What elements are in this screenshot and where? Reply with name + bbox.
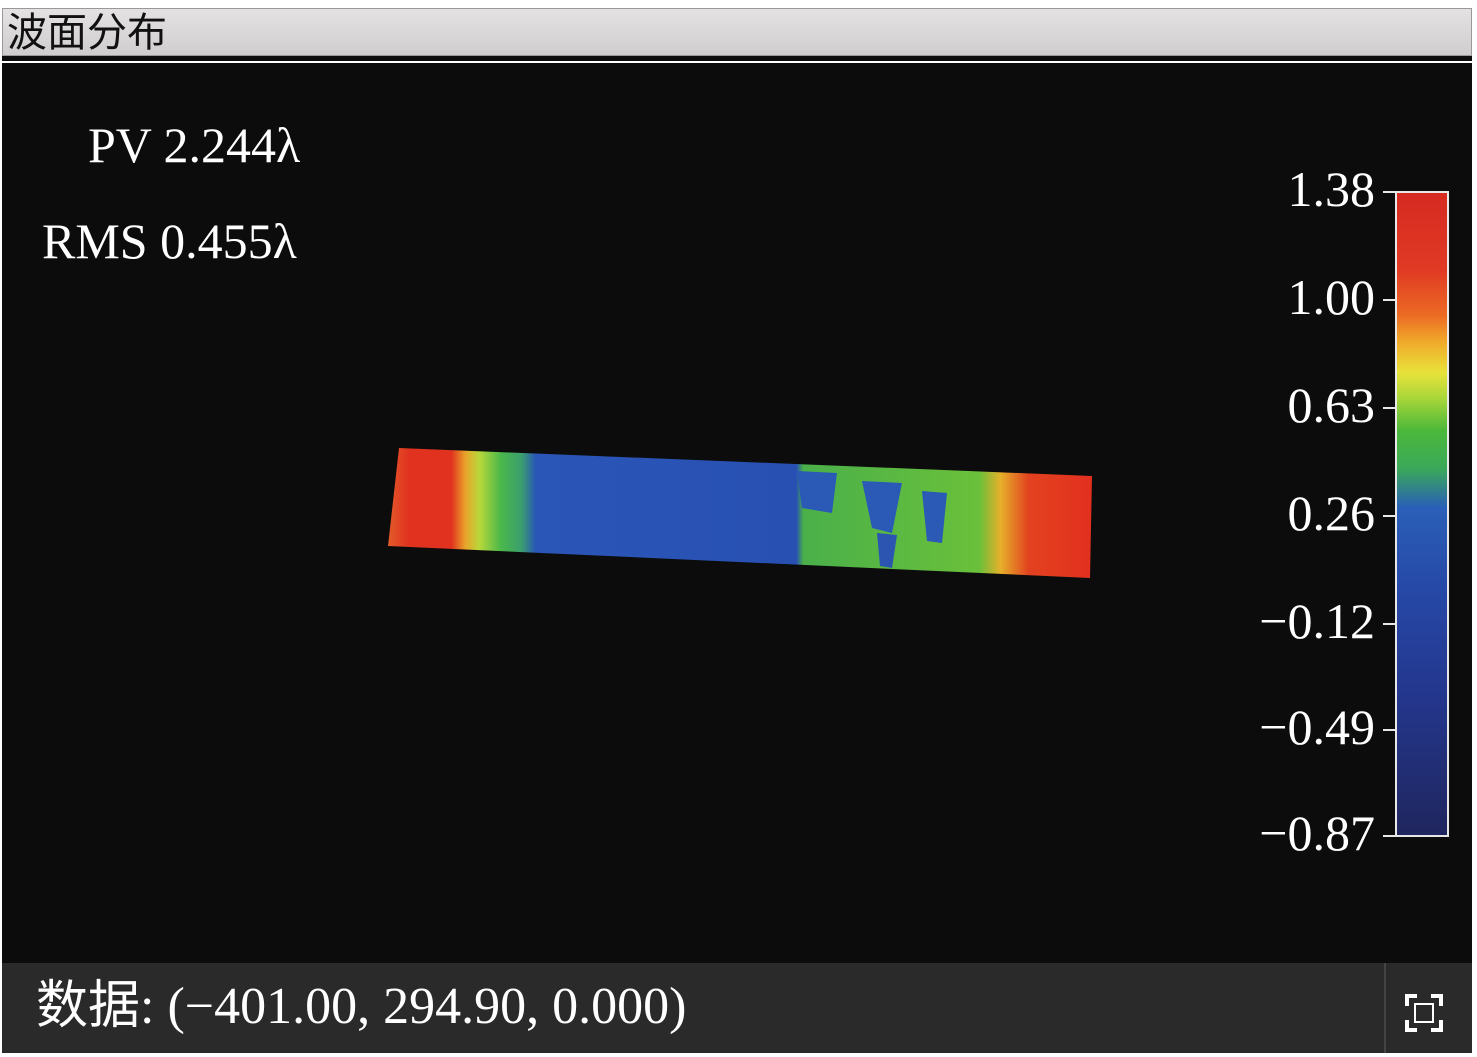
wavefront-surface [388, 448, 1092, 578]
status-bar: 数据: (−401.00, 294.90, 0.000) [2, 963, 1472, 1053]
colorbar-tick-mark [1383, 191, 1395, 193]
colorbar-tick-label: −0.49 [1259, 699, 1375, 755]
wavefront-window: 波面分布 PV 2.244λ RMS 0.455λ 1.38 1.00 0.63… [2, 8, 1472, 1053]
window-title: 波面分布 [7, 10, 167, 55]
status-divider [1384, 963, 1386, 1053]
colorbar-tick-label: 1.38 [1287, 161, 1376, 217]
colorbar-tick-mark [1383, 729, 1395, 731]
title-bar[interactable]: 波面分布 [2, 8, 1472, 56]
colorbar-tick-mark [1383, 835, 1395, 837]
colorbar-tick-mark [1383, 407, 1395, 409]
colorbar-tick-label: 0.26 [1287, 485, 1376, 541]
fullscreen-icon[interactable] [1404, 993, 1444, 1033]
colorbar [1395, 191, 1449, 837]
colorbar-tick-label: 0.63 [1287, 377, 1376, 433]
colorbar-tick-label: −0.87 [1259, 805, 1375, 861]
wavefront-plot[interactable]: PV 2.244λ RMS 0.455λ 1.38 1.00 0.63 0.26… [2, 61, 1472, 963]
data-readout: 数据: (−401.00, 294.90, 0.000) [36, 978, 687, 1035]
colorbar-tick-label: −0.12 [1259, 593, 1375, 649]
colorbar-tick-mark [1383, 623, 1395, 625]
colorbar-tick-label: 1.00 [1287, 269, 1376, 325]
colorbar-tick-mark [1383, 515, 1395, 517]
colorbar-tick-mark [1383, 299, 1395, 301]
